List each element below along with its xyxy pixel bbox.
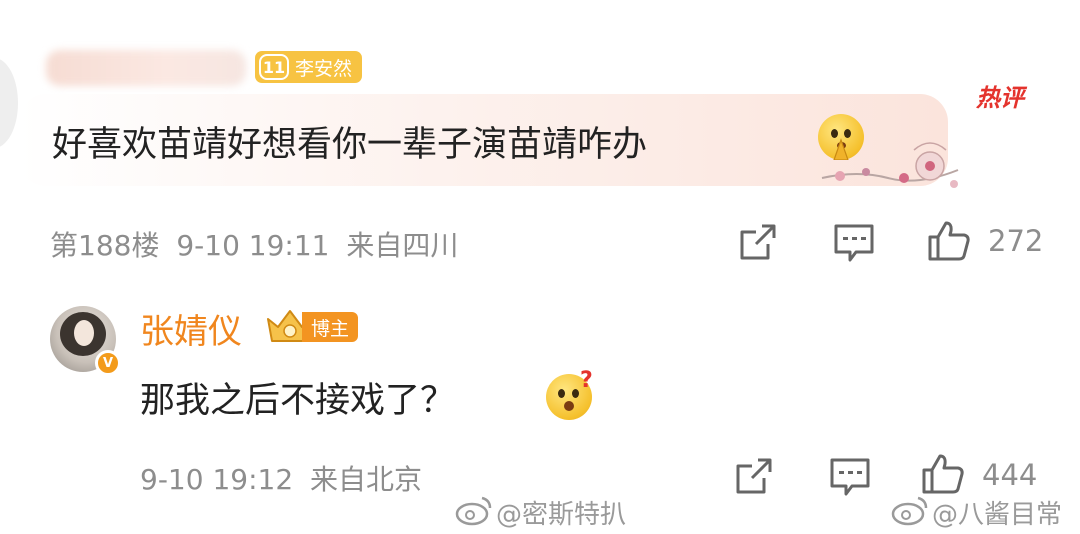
reply-location: 来自北京 <box>310 463 423 496</box>
weibo-logo-icon <box>891 496 928 526</box>
fan-badge-name: 李安然 <box>295 57 353 80</box>
reply-meta: 9-10 19:12 来自北京 <box>140 458 422 498</box>
blogger-badge: 博主 <box>302 312 359 342</box>
comment-icon[interactable] <box>832 222 876 264</box>
fan-badge[interactable]: 11 李安然 <box>255 51 363 83</box>
blurred-username <box>46 50 246 86</box>
like-count: 272 <box>988 224 1044 258</box>
flower-decoration <box>821 142 959 188</box>
post-time: 9-10 19:11 <box>176 229 330 262</box>
floor-number: 第188楼 <box>50 229 160 262</box>
comment-text: 好喜欢苗靖好想看你一辈子演苗靖咋办 <box>52 125 648 165</box>
avatar-top[interactable] <box>0 58 18 148</box>
like-count: 444 <box>982 458 1038 492</box>
like-icon[interactable] <box>920 452 966 496</box>
like-icon[interactable] <box>926 219 972 263</box>
post-location: 来自四川 <box>346 229 459 262</box>
emoji-question-icon: ? <box>546 368 593 420</box>
reply-text: 那我之后不接戏了？ <box>140 381 456 421</box>
weibo-logo-icon <box>455 496 492 526</box>
verified-icon: V <box>95 350 121 376</box>
share-icon[interactable] <box>738 222 778 262</box>
share-icon[interactable] <box>734 456 774 496</box>
watermark: @密斯特扒 <box>496 500 627 530</box>
hot-comment-tag: 热评 <box>976 84 1024 112</box>
comment-icon[interactable] <box>828 456 872 498</box>
reply-time: 9-10 19:12 <box>140 463 294 496</box>
fan-level: 11 <box>259 54 289 80</box>
comment-meta: 第188楼 9-10 19:11 来自四川 <box>50 224 458 264</box>
watermark: @八酱目常 <box>932 500 1063 530</box>
reply-username[interactable]: 张婧仪 <box>140 304 242 353</box>
